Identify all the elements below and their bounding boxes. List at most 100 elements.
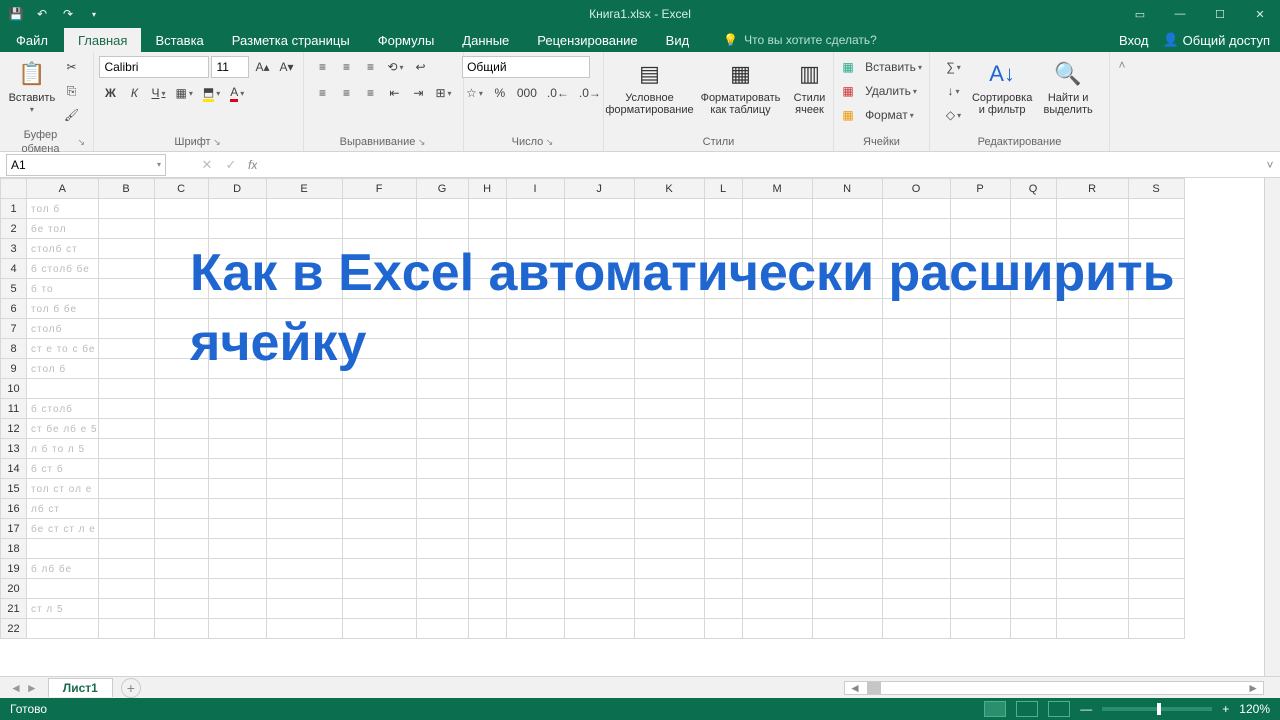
column-header[interactable]: D [208,179,266,199]
cell[interactable] [98,259,154,279]
sort-filter-button[interactable]: A↓ Сортировка и фильтр [971,56,1033,116]
column-header[interactable]: R [1056,179,1128,199]
cell[interactable] [704,579,742,599]
cell[interactable] [154,479,208,499]
cell[interactable] [950,599,1010,619]
save-icon[interactable]: 💾 [6,4,26,24]
cancel-formula-icon[interactable]: ✕ [196,157,218,173]
cell[interactable] [468,599,506,619]
cell[interactable] [812,599,882,619]
cell[interactable] [154,559,208,579]
cell[interactable] [208,279,266,299]
cell[interactable] [634,579,704,599]
font-size-combo[interactable] [211,56,249,78]
cell[interactable] [416,379,468,399]
fill-icon[interactable]: ↓ [942,80,965,102]
cell[interactable] [882,599,950,619]
cell[interactable] [154,619,208,639]
cell[interactable] [564,239,634,259]
cell[interactable] [564,339,634,359]
cell[interactable]: л б то л 5 [27,439,99,459]
cell[interactable] [882,419,950,439]
cell[interactable] [342,439,416,459]
row-header[interactable]: 9 [1,359,27,379]
cell[interactable] [416,259,468,279]
cell[interactable] [416,559,468,579]
cell[interactable] [1056,339,1128,359]
cell[interactable] [812,619,882,639]
cell[interactable] [266,319,342,339]
cell[interactable] [564,399,634,419]
cell[interactable] [208,619,266,639]
cell[interactable] [154,339,208,359]
cell[interactable] [564,319,634,339]
cell[interactable] [154,219,208,239]
sheet-tab[interactable]: Лист1 [48,678,113,697]
cell[interactable] [154,419,208,439]
cell[interactable] [98,339,154,359]
cell[interactable] [266,479,342,499]
align-center-icon[interactable]: ≡ [335,82,357,104]
cell[interactable] [1128,279,1184,299]
cell[interactable] [1128,599,1184,619]
cell[interactable] [1056,599,1128,619]
column-header[interactable]: O [882,179,950,199]
row-header[interactable]: 13 [1,439,27,459]
cell[interactable] [208,359,266,379]
row-header[interactable]: 10 [1,379,27,399]
cell[interactable] [704,239,742,259]
cell[interactable] [208,579,266,599]
cell[interactable] [1056,559,1128,579]
cell[interactable] [208,219,266,239]
column-header[interactable]: E [266,179,342,199]
cell[interactable] [950,259,1010,279]
cell[interactable]: ст е то с бе [27,339,99,359]
cell[interactable] [1010,539,1056,559]
cell[interactable] [950,539,1010,559]
cell[interactable] [564,539,634,559]
cell[interactable] [634,499,704,519]
column-header[interactable]: G [416,179,468,199]
cell[interactable] [416,619,468,639]
comma-icon[interactable]: 000 [513,82,541,104]
row-header[interactable]: 4 [1,259,27,279]
cell[interactable] [634,419,704,439]
cell[interactable] [950,299,1010,319]
column-header[interactable]: Q [1010,179,1056,199]
cell[interactable] [564,379,634,399]
cell[interactable] [812,299,882,319]
cell[interactable] [98,219,154,239]
cell[interactable] [742,539,812,559]
cell[interactable] [154,519,208,539]
cell[interactable]: тол ст ол е [27,479,99,499]
cell[interactable] [342,379,416,399]
insert-cells-button[interactable]: Вставить [861,56,926,78]
cell[interactable] [468,379,506,399]
cell[interactable] [634,539,704,559]
cell[interactable] [416,299,468,319]
cell[interactable] [98,379,154,399]
cell[interactable] [154,299,208,319]
cell[interactable] [154,499,208,519]
zoom-slider[interactable] [1102,707,1212,711]
cell[interactable]: столб [27,319,99,339]
cell[interactable] [98,599,154,619]
paste-button[interactable]: 📋 Вставить ▾ [10,56,54,115]
cell[interactable] [564,259,634,279]
cell[interactable] [742,479,812,499]
cell[interactable] [742,339,812,359]
cell[interactable] [506,239,564,259]
enter-formula-icon[interactable]: ✓ [220,157,242,173]
cell[interactable] [1056,279,1128,299]
cell[interactable] [704,479,742,499]
tab-data[interactable]: Данные [448,28,523,52]
cell[interactable] [950,459,1010,479]
share-button[interactable]: 👤 Общий доступ [1162,32,1270,48]
cell[interactable] [812,319,882,339]
cell[interactable] [742,519,812,539]
cell[interactable] [742,559,812,579]
cell[interactable] [98,539,154,559]
row-header[interactable]: 20 [1,579,27,599]
cell[interactable] [1056,259,1128,279]
cell[interactable] [742,379,812,399]
